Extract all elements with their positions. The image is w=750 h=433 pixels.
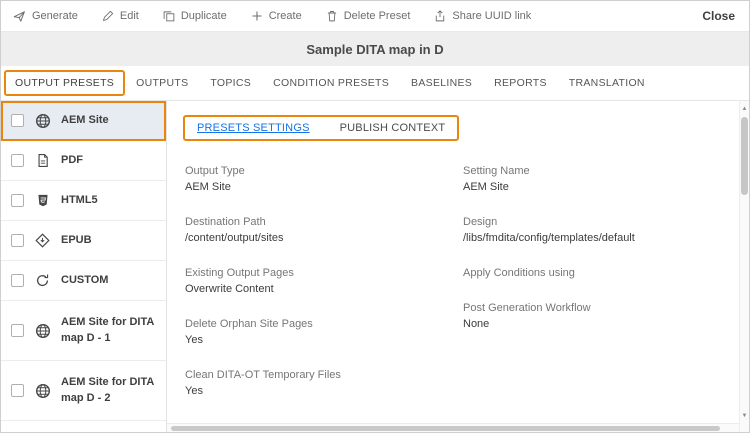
preset-checkbox[interactable]	[11, 114, 24, 127]
field-value: Yes	[185, 334, 203, 346]
field-destination-path: Destination Path /content/output/sites	[185, 214, 463, 246]
preset-label: AEM Site for DITA map D - 1	[61, 315, 154, 344]
field-setting-name: Setting Name AEM Site	[463, 163, 723, 195]
field-value: /libs/fmdita/config/templates/default	[463, 232, 635, 244]
html5-shield-icon	[34, 193, 51, 208]
preset-label: AEM Site	[61, 113, 109, 126]
field-label: Apply Conditions using	[463, 267, 575, 279]
field-value: Yes	[185, 385, 203, 397]
document-title: Sample DITA map in D	[1, 32, 749, 66]
field-label: Destination Path	[185, 216, 266, 228]
tab-output-presets[interactable]: OUTPUT PRESETS	[4, 70, 126, 96]
plus-icon	[251, 10, 263, 22]
field-apply-conditions: Apply Conditions using	[463, 265, 723, 281]
tab-translation[interactable]: TRANSLATION	[558, 71, 656, 95]
delete-preset-button[interactable]: Delete Preset	[326, 10, 411, 22]
horizontal-scrollbar-thumb[interactable]	[171, 426, 721, 431]
duplicate-label: Duplicate	[180, 10, 227, 22]
settings-subtabs: PRESETS SETTINGS PUBLISH CONTEXT	[183, 115, 460, 141]
preset-checkbox[interactable]	[11, 234, 24, 247]
pdf-file-icon	[34, 153, 51, 168]
preset-item-aem-site-dita-1[interactable]: AEM Site for DITA map D - 1	[1, 301, 166, 361]
preset-item-pdf[interactable]: PDF	[1, 141, 166, 181]
body-area: AEM Site PDF HTML5 EPUB CUSTOM AEM Site …	[1, 101, 749, 432]
fields-column-right: Setting Name AEM Site Design /libs/fmdit…	[463, 163, 723, 418]
globe-icon	[34, 113, 51, 129]
duplicate-icon	[163, 10, 175, 22]
field-label: Design	[463, 216, 498, 228]
field-output-type: Output Type AEM Site	[185, 163, 463, 195]
field-value: AEM Site	[463, 181, 509, 193]
tab-baselines[interactable]: BASELINES	[400, 71, 483, 95]
preset-item-aem-site[interactable]: AEM Site	[1, 101, 166, 141]
field-label: Post Generation Workflow	[463, 302, 591, 314]
toolbar: Generate Edit Duplicate Create Delete Pr…	[1, 1, 749, 32]
field-existing-output-pages: Existing Output Pages Overwrite Content	[185, 265, 463, 297]
field-value: Overwrite Content	[185, 283, 274, 295]
preset-checkbox[interactable]	[11, 324, 24, 337]
main-tab-bar: OUTPUT PRESETS OUTPUTS TOPICS CONDITION …	[1, 66, 749, 101]
field-post-generation-workflow: Post Generation Workflow None	[463, 300, 723, 332]
field-label: Delete Orphan Site Pages	[185, 318, 313, 330]
duplicate-button[interactable]: Duplicate	[163, 10, 227, 22]
preset-item-aem-site-dita-2[interactable]: AEM Site for DITA map D - 2	[1, 361, 166, 421]
field-value: None	[463, 318, 490, 330]
field-value: /content/output/sites	[185, 232, 284, 244]
preset-checkbox[interactable]	[11, 384, 24, 397]
scroll-down-icon[interactable]: ▼	[740, 410, 749, 422]
tab-reports[interactable]: REPORTS	[483, 71, 558, 95]
pencil-icon	[102, 10, 114, 22]
send-icon	[13, 10, 26, 23]
field-label: Existing Output Pages	[185, 267, 294, 279]
field-label: Clean DITA-OT Temporary Files	[185, 369, 341, 381]
preset-label: AEM Site for DITA map D - 2	[61, 375, 154, 404]
globe-icon	[34, 323, 51, 339]
fields-column-left: Output Type AEM Site Destination Path /c…	[185, 163, 463, 418]
epub-icon	[34, 233, 51, 248]
share-uuid-label: Share UUID link	[452, 10, 532, 22]
preset-checkbox[interactable]	[11, 274, 24, 287]
subtab-publish-context[interactable]: PUBLISH CONTEXT	[340, 122, 446, 134]
preset-item-html5[interactable]: HTML5	[1, 181, 166, 221]
field-value: AEM Site	[185, 181, 231, 193]
delete-preset-label: Delete Preset	[343, 10, 411, 22]
trash-icon	[326, 10, 338, 22]
close-button[interactable]: Close	[702, 9, 735, 23]
tab-outputs[interactable]: OUTPUTS	[125, 71, 199, 95]
generate-button[interactable]: Generate	[13, 10, 78, 23]
field-delete-orphan-pages: Delete Orphan Site Pages Yes	[185, 316, 463, 348]
preset-settings-panel: PRESETS SETTINGS PUBLISH CONTEXT Output …	[167, 101, 749, 432]
tab-topics[interactable]: TOPICS	[199, 71, 262, 95]
share-uuid-button[interactable]: Share UUID link	[434, 10, 531, 22]
preset-label: EPUB	[61, 233, 92, 246]
presets-sidebar: AEM Site PDF HTML5 EPUB CUSTOM AEM Site …	[1, 101, 167, 432]
globe-icon	[34, 383, 51, 399]
preset-label: HTML5	[61, 193, 98, 206]
preset-item-epub[interactable]: EPUB	[1, 221, 166, 261]
custom-sync-icon	[34, 273, 51, 288]
create-label: Create	[268, 10, 302, 22]
preset-checkbox[interactable]	[11, 154, 24, 167]
horizontal-scrollbar[interactable]	[167, 423, 739, 432]
tab-condition-presets[interactable]: CONDITION PRESETS	[262, 71, 400, 95]
create-button[interactable]: Create	[251, 10, 302, 22]
edit-button[interactable]: Edit	[102, 10, 139, 22]
subtab-presets-settings[interactable]: PRESETS SETTINGS	[197, 122, 310, 134]
generate-label: Generate	[32, 10, 78, 22]
field-clean-ditaot-files: Clean DITA-OT Temporary Files Yes	[185, 367, 463, 399]
preset-item-custom[interactable]: CUSTOM	[1, 261, 166, 301]
vertical-scrollbar[interactable]: ▲ ▼	[739, 101, 749, 432]
app-window: Generate Edit Duplicate Create Delete Pr…	[0, 0, 750, 433]
share-icon	[434, 10, 446, 22]
field-design: Design /libs/fmdita/config/templates/def…	[463, 214, 723, 246]
scroll-up-icon[interactable]: ▲	[740, 103, 749, 115]
preset-label: CUSTOM	[61, 273, 109, 286]
edit-label: Edit	[119, 10, 139, 22]
field-label: Output Type	[185, 165, 245, 177]
preset-checkbox[interactable]	[11, 194, 24, 207]
vertical-scrollbar-thumb[interactable]	[741, 117, 748, 195]
settings-fields: Output Type AEM Site Destination Path /c…	[181, 163, 723, 418]
field-label: Setting Name	[463, 165, 530, 177]
preset-label: PDF	[61, 153, 83, 166]
